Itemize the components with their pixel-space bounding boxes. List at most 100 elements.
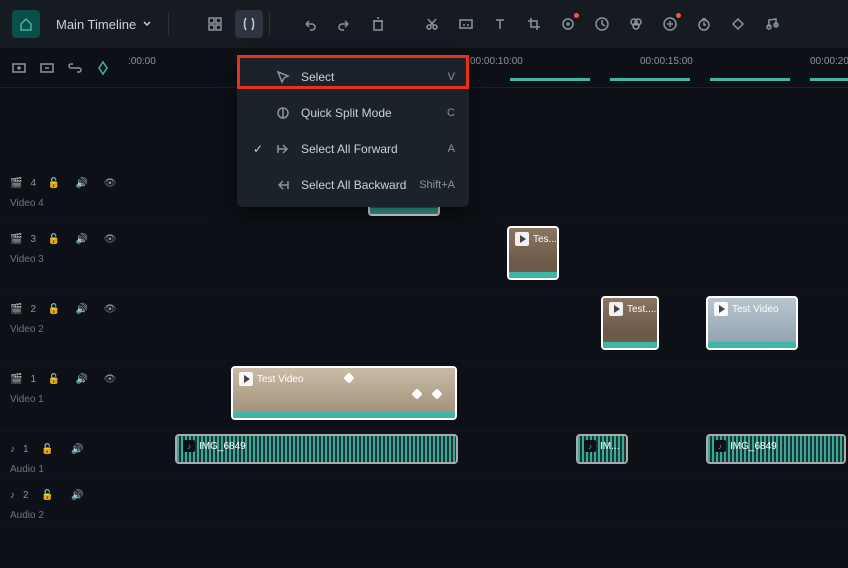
marker-icon [411, 388, 422, 399]
separator [269, 13, 270, 35]
marker-button[interactable] [92, 57, 114, 79]
marker-icon [431, 388, 442, 399]
mute-icon[interactable]: 🔊 [72, 172, 92, 194]
music-icon: ♪ [714, 440, 726, 452]
video-clip[interactable]: Test Video [706, 296, 798, 350]
eye-icon[interactable]: 👁 [100, 228, 120, 250]
mute-icon[interactable]: 🔊 [72, 228, 92, 250]
effects-button[interactable] [554, 10, 582, 38]
mute-icon[interactable]: 🔊 [72, 368, 92, 390]
lock-icon[interactable]: 🔓 [37, 484, 59, 506]
menu-item-select[interactable]: Select V [237, 59, 469, 95]
backward-icon [275, 177, 291, 193]
delete-track-button[interactable] [36, 57, 58, 79]
mute-icon[interactable]: 🔊 [67, 484, 89, 506]
split-icon [275, 105, 291, 121]
range-marker [510, 78, 590, 81]
home-button[interactable] [12, 10, 40, 38]
main-toolbar: Main Timeline [0, 0, 848, 48]
menu-item-select-forward[interactable]: ✓ Select All Forward A [237, 131, 469, 167]
timeline-selector[interactable]: Main Timeline [46, 17, 162, 32]
play-icon [714, 302, 728, 316]
video-clip[interactable]: Tes... [507, 226, 559, 280]
ruler-tick: 00:00:10:00 [470, 56, 523, 67]
grid-icon[interactable] [201, 10, 229, 38]
eye-icon[interactable]: 👁 [100, 172, 120, 194]
music-icon: ♪ [584, 440, 596, 452]
video-icon: 🎬 [10, 178, 22, 189]
track-lane[interactable]: ♪IMG_6849 ♪IM... ♪IMG_6849 [130, 432, 848, 477]
subtitle-button[interactable] [452, 10, 480, 38]
video-clip[interactable]: Test.... [601, 296, 659, 350]
track-header: ♪1 🔓 🔊 Audio 1 [0, 432, 130, 477]
eye-icon[interactable]: 👁 [100, 368, 120, 390]
menu-item-select-backward[interactable]: Select All Backward Shift+A [237, 167, 469, 203]
track-label: Video 2 [10, 324, 120, 335]
audio-clip[interactable]: ♪IMG_6849 [175, 434, 458, 464]
track-row-video1: 🎬1 🔓 🔊 👁 Video 1 Test Video [0, 362, 848, 432]
lock-icon[interactable]: 🔓 [44, 298, 64, 320]
lock-icon[interactable]: 🔓 [44, 172, 64, 194]
track-label: Video 1 [10, 394, 120, 405]
select-tool-button[interactable] [235, 10, 263, 38]
track-label: Video 3 [10, 254, 120, 265]
redo-button[interactable] [330, 10, 358, 38]
crop-button[interactable] [520, 10, 548, 38]
cursor-icon [275, 69, 291, 85]
check-icon: ✓ [251, 142, 265, 156]
chevron-down-icon [142, 19, 152, 29]
play-icon [239, 372, 253, 386]
add-track-button[interactable] [8, 57, 30, 79]
range-marker [610, 78, 690, 81]
keyframe-button[interactable] [724, 10, 752, 38]
track-lane[interactable] [130, 478, 848, 523]
ruler-tick: 00:00:15:00 [640, 56, 693, 67]
delete-button[interactable] [364, 10, 392, 38]
lock-icon[interactable]: 🔓 [37, 438, 59, 460]
lock-icon[interactable]: 🔓 [44, 228, 64, 250]
track-row-audio1: ♪1 🔓 🔊 Audio 1 ♪IMG_6849 ♪IM... ♪IMG_684… [0, 432, 848, 478]
music-icon: ♪ [183, 440, 195, 452]
text-button[interactable] [486, 10, 514, 38]
track-row-video3: 🎬3 🔓 🔊 👁 Video 3 Tes... [0, 222, 848, 292]
track-lane[interactable]: Test Video [130, 362, 848, 431]
mute-icon[interactable]: 🔊 [67, 438, 89, 460]
video-icon: 🎬 [10, 304, 22, 315]
range-marker [710, 78, 790, 81]
duration-button[interactable] [690, 10, 718, 38]
track-row-audio2: ♪2 🔓 🔊 Audio 2 [0, 478, 848, 524]
speed-button[interactable] [588, 10, 616, 38]
track-header: 🎬2 🔓 🔊 👁 Video 2 [0, 292, 130, 361]
play-icon [515, 232, 529, 246]
track-tools [0, 48, 130, 87]
video-clip[interactable]: Test Video [231, 366, 457, 420]
link-button[interactable] [64, 57, 86, 79]
audio-clip[interactable]: ♪IMG_6849 [706, 434, 846, 464]
music-button[interactable] [758, 10, 786, 38]
track-label: Audio 2 [10, 510, 120, 521]
audio-icon: ♪ [10, 444, 15, 455]
mute-icon[interactable]: 🔊 [72, 298, 92, 320]
range-marker [810, 78, 848, 81]
track-header: ♪2 🔓 🔊 Audio 2 [0, 478, 130, 523]
menu-item-quick-split[interactable]: Quick Split Mode C [237, 95, 469, 131]
play-icon [609, 302, 623, 316]
audio-button[interactable] [656, 10, 684, 38]
color-button[interactable] [622, 10, 650, 38]
track-lane[interactable]: Test.... Test Video [130, 292, 848, 361]
audio-icon: ♪ [10, 490, 15, 501]
audio-clip[interactable]: ♪IM... [576, 434, 628, 464]
ruler-tick: :00:00 [128, 56, 156, 67]
video-icon: 🎬 [10, 374, 22, 385]
undo-button[interactable] [296, 10, 324, 38]
video-icon: 🎬 [10, 234, 22, 245]
home-icon [18, 16, 34, 32]
context-menu: Select V Quick Split Mode C ✓ Select All… [237, 55, 469, 207]
track-lane[interactable]: Tes... [130, 222, 848, 291]
eye-icon[interactable]: 👁 [100, 298, 120, 320]
track-row-video2: 🎬2 🔓 🔊 👁 Video 2 Test.... Test Video [0, 292, 848, 362]
track-label: Audio 1 [10, 464, 120, 475]
cut-button[interactable] [418, 10, 446, 38]
forward-icon [275, 141, 291, 157]
lock-icon[interactable]: 🔓 [44, 368, 64, 390]
